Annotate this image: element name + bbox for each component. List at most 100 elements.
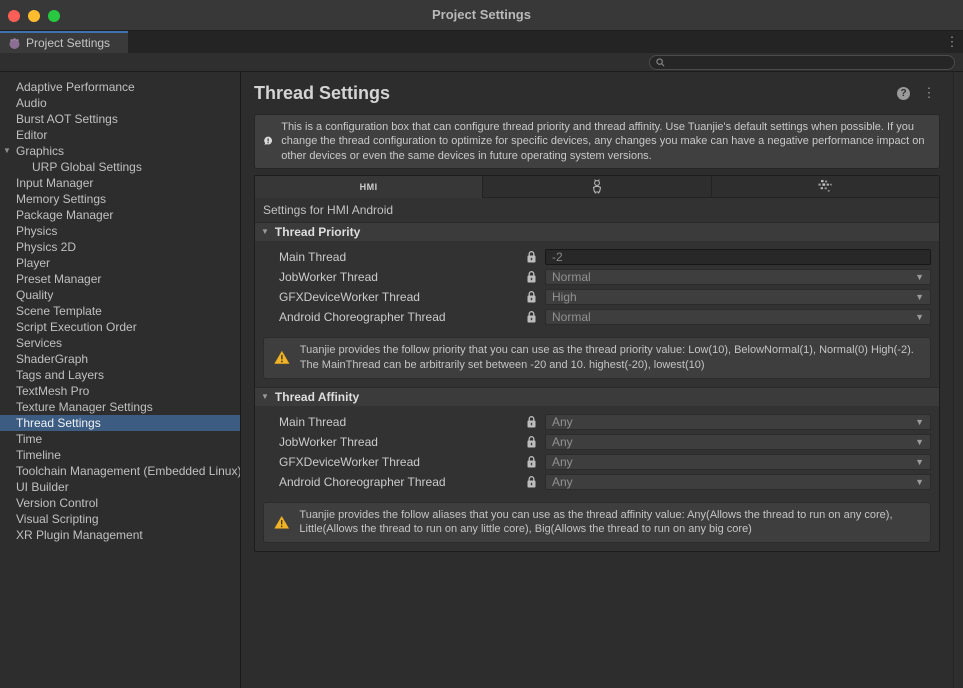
foldout-triangle-icon[interactable]: ▼	[261, 227, 269, 236]
thread-settings-pane: Thread Settings ? ⋮ This is a configurat…	[241, 72, 963, 688]
project-settings-window: Project Settings Project Settings ⋮	[0, 0, 963, 688]
sidebar-item[interactable]: ▼ Version Control	[0, 495, 240, 511]
sidebar-item[interactable]: ▼ Toolchain Management (Embedded Linux)	[0, 463, 240, 479]
row-label: Android Choreographer Thread	[279, 475, 525, 489]
search-input[interactable]	[669, 56, 948, 68]
settings-row: GFXDeviceWorker Thread High High	[255, 287, 939, 307]
sidebar-item-label: TextMesh Pro	[16, 384, 89, 398]
settings-row: Android Choreographer Thread Any	[255, 472, 939, 492]
value-dropdown[interactable]: Normal▼	[545, 269, 931, 285]
sidebar-item[interactable]: ▼ Services	[0, 335, 240, 351]
lock-icon[interactable]	[525, 456, 537, 468]
sidebar-item[interactable]: ▼ Burst AOT Settings	[0, 111, 240, 127]
window-title: Project Settings	[0, 0, 963, 30]
lock-icon[interactable]	[525, 416, 537, 428]
tab-openharmony[interactable]	[712, 176, 939, 198]
sidebar-item[interactable]: ▼ Player	[0, 255, 240, 271]
sidebar-item[interactable]: ▼ Thread Settings	[0, 415, 240, 431]
sidebar-item[interactable]: ▼ Editor	[0, 127, 240, 143]
hmi-tab-label: HMI	[360, 182, 378, 192]
platform-settings-group: HMI	[254, 175, 940, 552]
titlebar: Project Settings	[0, 0, 963, 31]
settings-row: JobWorker Thread Any Any▼	[255, 432, 939, 452]
expander-triangle-icon[interactable]: ▼	[3, 143, 11, 159]
settings-category-sidebar: ▼ Adaptive Performance ▼ Audio ▼ Burst A…	[0, 72, 241, 688]
sidebar-item[interactable]: ▼ Scene Template	[0, 303, 240, 319]
sidebar-item[interactable]: ▼ Tags and Layers	[0, 367, 240, 383]
settings-row: JobWorker Thread Normal Normal▼	[255, 267, 939, 287]
lock-icon[interactable]	[525, 251, 537, 263]
sidebar-item[interactable]: ▼ Input Manager	[0, 175, 240, 191]
sidebar-item[interactable]: ▼ URP Global Settings	[0, 159, 240, 175]
value-dropdown[interactable]: Any▼	[545, 454, 931, 470]
project-settings-icon	[8, 37, 21, 50]
lock-icon[interactable]	[525, 476, 537, 488]
sidebar-item[interactable]: ▼ Quality	[0, 287, 240, 303]
sidebar-item[interactable]: ▼ Memory Settings	[0, 191, 240, 207]
sidebar-item-label: Thread Settings	[16, 416, 101, 430]
pane-header: Thread Settings ? ⋮	[254, 80, 950, 106]
sidebar-item[interactable]: ▼ Preset Manager	[0, 271, 240, 287]
sidebar-item-label: Package Manager	[16, 208, 113, 222]
sidebar-item[interactable]: ▼ Package Manager	[0, 207, 240, 223]
sidebar-item-label: Tags and Layers	[16, 368, 104, 382]
value-dropdown[interactable]: High▼	[545, 289, 931, 305]
sidebar-item-label: Physics 2D	[16, 240, 76, 254]
sidebar-item[interactable]: ▼ Physics 2D	[0, 239, 240, 255]
search-box[interactable]	[649, 55, 955, 70]
settings-row: Android Choreographer Thread Normal	[255, 307, 939, 327]
help-icon[interactable]: ?	[897, 87, 910, 100]
thread-affinity-rows: Main Thread Any Any▼	[255, 406, 939, 496]
row-label: Main Thread	[279, 250, 525, 264]
lock-icon[interactable]	[525, 291, 537, 303]
openharmony-dots-icon	[816, 179, 834, 193]
tab-android[interactable]	[483, 176, 711, 198]
thread-affinity-header[interactable]: ▼ Thread Affinity	[255, 387, 939, 406]
sidebar-item-label: Quality	[16, 288, 53, 302]
value-dropdown[interactable]: Normal▼	[545, 309, 931, 325]
sidebar-item[interactable]: ▼ Audio	[0, 95, 240, 111]
sidebar-item[interactable]: ▼ Graphics	[0, 143, 240, 159]
sidebar-item-label: Script Execution Order	[16, 320, 137, 334]
affinity-warning-box: Tuanjie provides the follow aliases that…	[263, 502, 931, 544]
sidebar-item[interactable]: ▼ UI Builder	[0, 479, 240, 495]
sidebar-item-label: ShaderGraph	[16, 352, 88, 366]
row-label: GFXDeviceWorker Thread	[279, 290, 525, 304]
pane-menu-icon[interactable]: ⋮	[918, 85, 940, 101]
tab-project-settings[interactable]: Project Settings	[0, 31, 128, 53]
foldout-triangle-icon[interactable]: ▼	[261, 392, 269, 401]
value-input[interactable]: -2	[545, 249, 931, 265]
lock-icon[interactable]	[525, 311, 537, 323]
tab-hmi[interactable]: HMI	[255, 176, 483, 198]
section-title: Thread Affinity	[275, 390, 359, 404]
thread-priority-header[interactable]: ▼ Thread Priority	[255, 222, 939, 241]
value-dropdown[interactable]: Any▼	[545, 414, 931, 430]
lock-icon[interactable]	[525, 436, 537, 448]
sidebar-item[interactable]: ▼ ShaderGraph	[0, 351, 240, 367]
sidebar-item[interactable]: ▼ TextMesh Pro	[0, 383, 240, 399]
priority-warning-text: Tuanjie provides the follow priority tha…	[300, 343, 920, 373]
sidebar-item[interactable]: ▼ Visual Scripting	[0, 511, 240, 527]
chevron-down-icon: ▼	[915, 292, 924, 302]
sidebar-item[interactable]: ▼ Timeline	[0, 447, 240, 463]
lock-icon[interactable]	[525, 271, 537, 283]
sidebar-item-label: XR Plugin Management	[16, 528, 143, 542]
sidebar-item[interactable]: ▼ Script Execution Order	[0, 319, 240, 335]
value-dropdown[interactable]: Any▼	[545, 434, 931, 450]
tab-strip-menu-icon[interactable]: ⋮	[941, 31, 963, 53]
info-box: This is a configuration box that can con…	[254, 114, 940, 169]
info-text: This is a configuration box that can con…	[281, 120, 931, 163]
sidebar-item[interactable]: ▼ Adaptive Performance	[0, 79, 240, 95]
platform-tab-bar: HMI	[255, 176, 939, 198]
sidebar-item[interactable]: ▼ Texture Manager Settings	[0, 399, 240, 415]
value-dropdown[interactable]: Any▼	[545, 474, 931, 490]
sidebar-item-label: Audio	[16, 96, 47, 110]
sidebar-item-label: Preset Manager	[16, 272, 101, 286]
search-toolbar	[0, 53, 963, 72]
sidebar-item[interactable]: ▼ XR Plugin Management	[0, 527, 240, 543]
sidebar-item[interactable]: ▼ Time	[0, 431, 240, 447]
sidebar-item[interactable]: ▼ Physics	[0, 223, 240, 239]
section-title: Thread Priority	[275, 225, 360, 239]
thread-priority-rows: Main Thread -2 -2▼	[255, 241, 939, 331]
vertical-scrollbar[interactable]	[953, 72, 963, 688]
